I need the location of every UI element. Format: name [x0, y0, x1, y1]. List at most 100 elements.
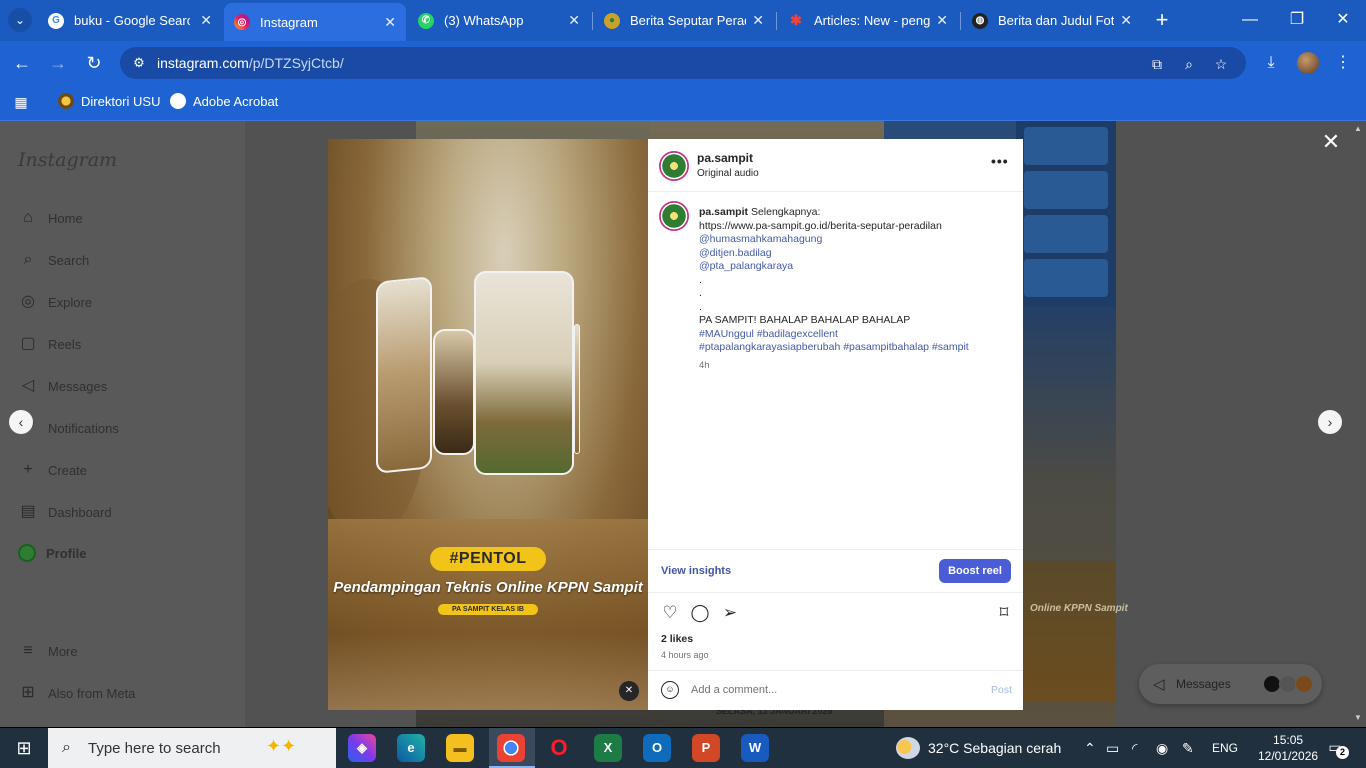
chrome-menu-icon[interactable]: ⋮: [1331, 51, 1355, 75]
comment-input[interactable]: [691, 681, 971, 699]
nav-dashboard[interactable]: ▤ Dashboard: [18, 502, 111, 522]
url-text[interactable]: instagram.com/p/DTZSyjCtcb/: [157, 55, 344, 71]
minimize-icon[interactable]: —: [1235, 8, 1265, 32]
copilot-icon[interactable]: ◈: [348, 734, 376, 762]
excel-icon[interactable]: X: [594, 734, 622, 762]
windows-start-icon[interactable]: ⊞: [0, 728, 48, 768]
more-options-icon[interactable]: •••: [991, 153, 1009, 169]
camera-icon[interactable]: ◉: [1156, 728, 1168, 768]
like-heart-icon[interactable]: ♡: [660, 603, 680, 623]
nav-create[interactable]: + Create: [18, 460, 87, 480]
tab-instagram[interactable]: ◎ Instagram ✕: [224, 3, 406, 41]
nav-messages[interactable]: ◁ Messages: [18, 376, 107, 396]
powerpoint-icon[interactable]: P: [692, 734, 720, 762]
pen-icon[interactable]: ✎: [1182, 728, 1194, 768]
show-hidden-icons[interactable]: ⌃: [1084, 728, 1096, 768]
reload-icon[interactable]: ↻: [82, 51, 106, 75]
close-icon[interactable]: ✕: [1320, 131, 1342, 153]
close-tab-icon[interactable]: ✕: [936, 12, 948, 29]
meta-icon: ⊞: [21, 684, 35, 701]
mute-icon[interactable]: ✕: [619, 681, 639, 701]
tab-separator: [592, 12, 593, 30]
tab-search-button[interactable]: ⌄: [8, 8, 32, 32]
caption-mention[interactable]: @pta_palangkaraya: [699, 260, 1009, 274]
comment-icon[interactable]: ◯: [690, 603, 710, 623]
nav-explore[interactable]: ◎ Explore: [18, 292, 92, 312]
bookmark-adobe-acrobat[interactable]: Adobe Acrobat: [170, 93, 278, 109]
close-tab-icon[interactable]: ✕: [384, 14, 396, 31]
post-username[interactable]: pa.sampit: [697, 151, 753, 165]
post-audio[interactable]: Original audio: [697, 168, 759, 179]
new-tab-button[interactable]: +: [1150, 8, 1174, 32]
save-bookmark-icon[interactable]: ⌑: [994, 603, 1014, 623]
tab-google-search[interactable]: G buku - Google Search ✕: [38, 6, 222, 35]
close-tab-icon[interactable]: ✕: [568, 12, 580, 29]
close-tab-icon[interactable]: ✕: [200, 12, 212, 29]
bookmark-direktori-usu[interactable]: Direktori USU: [58, 93, 160, 109]
tab-articles-new[interactable]: ✱ Articles: New - pengadilan ✕: [778, 6, 958, 35]
caption-hashtags[interactable]: #MAUnggul #badilagexcellent: [699, 328, 1009, 342]
clock[interactable]: 15:05 12/01/2026: [1258, 732, 1318, 764]
caption-hashtags[interactable]: #ptapalangkarayasiapberubah #pasampitbah…: [699, 341, 1009, 355]
post-time-ago: 4 hours ago: [661, 650, 709, 660]
battery-icon[interactable]: ▭: [1106, 728, 1119, 768]
close-tab-icon[interactable]: ✕: [1120, 12, 1132, 29]
site-info-icon[interactable]: ⚙: [130, 54, 148, 72]
file-explorer-icon[interactable]: ▬: [446, 734, 474, 762]
view-insights-link[interactable]: View insights: [661, 565, 731, 577]
share-icon[interactable]: ➢: [720, 603, 740, 623]
address-bar[interactable]: ⚙ instagram.com/p/DTZSyjCtcb/ ⧉ ⌕ ☆: [120, 47, 1246, 79]
caption-mention[interactable]: @humasmahkamahagung: [699, 233, 1009, 247]
opera-icon[interactable]: O: [545, 734, 573, 762]
word-icon[interactable]: W: [741, 734, 769, 762]
tab-berita-seputar[interactable]: ● Berita Seputar Peradilan ✕: [594, 6, 774, 35]
post-media[interactable]: #PENTOL Pendampingan Teknis Online KPPN …: [328, 139, 648, 710]
nav-search[interactable]: ⌕ Search: [18, 250, 90, 270]
nav-reels[interactable]: ▢ Reels: [18, 334, 81, 354]
language-indicator[interactable]: ENG: [1212, 728, 1238, 768]
scroll-down-arrow[interactable]: ▼: [1354, 713, 1362, 722]
avatar[interactable]: [659, 201, 689, 231]
messages-pill[interactable]: ◁ Messages: [1139, 664, 1322, 704]
boost-reel-button[interactable]: Boost reel: [939, 559, 1011, 583]
download-icon[interactable]: ⤓: [1259, 51, 1283, 75]
nav-notifications[interactable]: ♡Notifications: [18, 418, 119, 438]
taskbar-search-placeholder: Type here to search: [88, 739, 221, 757]
chrome-icon[interactable]: [497, 734, 525, 762]
post-comment-button[interactable]: Post: [991, 684, 1012, 696]
tab-separator: [776, 12, 777, 30]
next-post-button[interactable]: ›: [1318, 410, 1342, 434]
nav-more[interactable]: ≡ More: [18, 641, 77, 661]
nav-home[interactable]: ⌂ Home: [18, 208, 83, 228]
tab-whatsapp[interactable]: ✆ (3) WhatsApp ✕: [408, 6, 590, 35]
weather-icon[interactable]: [896, 737, 920, 759]
avatar[interactable]: [659, 151, 689, 181]
forward-icon[interactable]: →: [46, 51, 70, 75]
restore-icon[interactable]: ❐: [1282, 8, 1312, 32]
zoom-icon[interactable]: ⌕: [1179, 54, 1199, 74]
browser-profile-avatar[interactable]: [1297, 52, 1319, 74]
outlook-icon[interactable]: O: [643, 734, 671, 762]
caption-mention[interactable]: @ditjen.badilag: [699, 247, 1009, 261]
avatar: [1295, 675, 1313, 693]
messenger-icon: ◁: [1153, 676, 1165, 693]
apps-grid-icon[interactable]: ▦: [12, 93, 30, 111]
taskbar-search[interactable]: ⌕ Type here to search ✦✦: [48, 728, 336, 768]
previous-post-button[interactable]: ‹: [9, 410, 33, 434]
close-tab-icon[interactable]: ✕: [752, 12, 764, 29]
likes-count[interactable]: 2 likes: [661, 633, 693, 645]
scroll-up-arrow[interactable]: ▲: [1354, 124, 1362, 133]
caption-username[interactable]: pa.sampit: [699, 206, 748, 218]
close-window-icon[interactable]: ✕: [1328, 8, 1358, 32]
edge-icon[interactable]: e: [397, 734, 425, 762]
wifi-icon[interactable]: ◜: [1132, 728, 1137, 768]
tab-berita-judul-foto[interactable]: ◍ Berita dan Judul Foto ✕: [962, 6, 1142, 35]
weather-text[interactable]: 32°C Sebagian cerah: [928, 728, 1061, 768]
back-icon[interactable]: ←: [10, 51, 34, 75]
instagram-logo[interactable]: Instagram: [18, 149, 117, 171]
bookmark-star-icon[interactable]: ☆: [1211, 54, 1231, 74]
nav-also-from-meta[interactable]: ⊞ Also from Meta: [18, 683, 135, 703]
nav-profile[interactable]: Profile: [18, 544, 86, 562]
install-app-icon[interactable]: ⧉: [1147, 54, 1167, 74]
emoji-icon[interactable]: ☺: [661, 681, 679, 699]
